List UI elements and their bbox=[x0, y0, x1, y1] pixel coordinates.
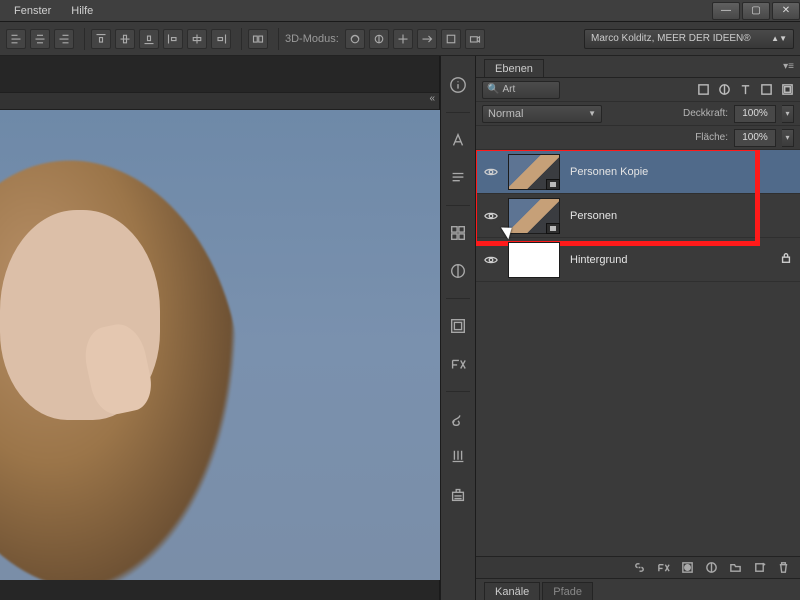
adjustment-layer-icon[interactable] bbox=[704, 561, 718, 575]
align-right-icon[interactable] bbox=[54, 29, 74, 49]
options-bar: 3D-Modus: Marco Kolditz, MEER DER IDEEN®… bbox=[0, 22, 800, 56]
align-center-icon[interactable] bbox=[30, 29, 50, 49]
document-area bbox=[0, 56, 440, 600]
close-button[interactable]: ✕ bbox=[772, 2, 800, 20]
tab-layers[interactable]: Ebenen bbox=[484, 59, 544, 77]
layer-name[interactable]: Personen bbox=[570, 210, 617, 222]
fill-input[interactable]: 100% bbox=[734, 129, 776, 147]
window-controls: — ▢ ✕ bbox=[710, 2, 800, 20]
layer-filter-type-dropdown[interactable]: 🔍 Art bbox=[482, 81, 560, 99]
3d-orbit-icon[interactable] bbox=[345, 29, 365, 49]
tab-channels[interactable]: Kanäle bbox=[484, 582, 540, 600]
menu-window[interactable]: Fenster bbox=[4, 5, 61, 17]
canvas[interactable] bbox=[0, 110, 440, 580]
distribute-right-icon[interactable] bbox=[211, 29, 231, 49]
dock-collapse-bar[interactable] bbox=[0, 92, 439, 110]
distribute-vcenter-icon[interactable] bbox=[115, 29, 135, 49]
3d-camera-icon[interactable] bbox=[465, 29, 485, 49]
styles-icon[interactable] bbox=[447, 315, 469, 337]
layer-filter-row: 🔍 Art bbox=[476, 78, 800, 102]
smartobject-icon bbox=[546, 179, 560, 190]
filter-type-icon[interactable] bbox=[738, 83, 752, 97]
fx-icon[interactable] bbox=[447, 353, 469, 375]
collapsed-panels-strip bbox=[440, 56, 476, 600]
channels-panel-header: Kanäle Pfade bbox=[476, 578, 800, 600]
blend-mode-dropdown[interactable]: Normal ▼ bbox=[482, 105, 602, 123]
link-layers-icon[interactable] bbox=[632, 561, 646, 575]
new-layer-icon[interactable] bbox=[752, 561, 766, 575]
panel-menu-icon[interactable]: ▾≡ bbox=[783, 61, 794, 72]
distribute-top-icon[interactable] bbox=[91, 29, 111, 49]
paragraph-icon[interactable] bbox=[447, 167, 469, 189]
chevron-down-icon: ▼ bbox=[588, 109, 596, 118]
layer-name[interactable]: Hintergrund bbox=[570, 254, 627, 266]
filter-shape-icon[interactable] bbox=[759, 83, 773, 97]
opacity-stepper[interactable]: ▾ bbox=[782, 105, 794, 123]
visibility-toggle[interactable] bbox=[484, 209, 498, 223]
auto-align-icon[interactable] bbox=[248, 29, 268, 49]
layer-thumbnail[interactable] bbox=[508, 154, 560, 190]
smartobject-icon bbox=[546, 223, 560, 234]
visibility-toggle[interactable] bbox=[484, 165, 498, 179]
opacity-input[interactable]: 100% bbox=[734, 105, 776, 123]
group-icon[interactable] bbox=[728, 561, 742, 575]
menubar: Fenster Hilfe — ▢ ✕ bbox=[0, 0, 800, 22]
minimize-button[interactable]: — bbox=[712, 2, 740, 20]
fx-icon[interactable] bbox=[656, 561, 670, 575]
fill-label: Fläche: bbox=[695, 132, 728, 143]
distribute-hcenter-icon[interactable] bbox=[187, 29, 207, 49]
lock-fill-row: Fläche: 100% ▾ bbox=[476, 126, 800, 150]
layer-row[interactable]: Personen bbox=[476, 194, 800, 238]
chevron-updown-icon: ▲▼ bbox=[771, 34, 787, 43]
layer-thumbnail[interactable] bbox=[508, 242, 560, 278]
3d-pan-icon[interactable] bbox=[393, 29, 413, 49]
brush-preset-icon[interactable] bbox=[447, 408, 469, 430]
workspace-dropdown[interactable]: Marco Kolditz, MEER DER IDEEN® ▲▼ bbox=[584, 29, 794, 49]
panel-header: Ebenen ▾≡ bbox=[476, 56, 800, 78]
3d-slide-icon[interactable] bbox=[417, 29, 437, 49]
filter-adjust-icon[interactable] bbox=[717, 83, 731, 97]
layers-panel: Ebenen ▾≡ 🔍 Art Normal bbox=[476, 56, 800, 600]
mode3d-label: 3D-Modus: bbox=[285, 33, 339, 45]
layers-list: Personen Kopie Personen Hintergrund bbox=[476, 150, 800, 556]
info-icon[interactable] bbox=[447, 74, 469, 96]
blend-mode-row: Normal ▼ Deckkraft: 100% ▾ bbox=[476, 102, 800, 126]
distribute-left-icon[interactable] bbox=[163, 29, 183, 49]
align-left-icon[interactable] bbox=[6, 29, 26, 49]
visibility-toggle[interactable] bbox=[484, 253, 498, 267]
character-icon[interactable] bbox=[447, 129, 469, 151]
distribute-bottom-icon[interactable] bbox=[139, 29, 159, 49]
mask-icon[interactable] bbox=[680, 561, 694, 575]
brushes-icon[interactable] bbox=[447, 446, 469, 468]
3d-roll-icon[interactable] bbox=[369, 29, 389, 49]
filter-smart-icon[interactable] bbox=[780, 83, 794, 97]
layer-thumbnail[interactable] bbox=[508, 198, 560, 234]
filter-type-value: Art bbox=[502, 84, 515, 95]
adjustments-icon[interactable] bbox=[447, 260, 469, 282]
lock-icon[interactable] bbox=[780, 251, 792, 269]
search-icon: 🔍 bbox=[487, 84, 499, 95]
fill-stepper[interactable]: ▾ bbox=[782, 129, 794, 147]
filter-pixel-icon[interactable] bbox=[696, 83, 710, 97]
blend-mode-value: Normal bbox=[488, 108, 523, 120]
workspace-label: Marco Kolditz, MEER DER IDEEN® bbox=[591, 33, 751, 44]
3d-scale-icon[interactable] bbox=[441, 29, 461, 49]
layer-name[interactable]: Personen Kopie bbox=[570, 166, 648, 178]
layers-footer bbox=[476, 556, 800, 578]
tab-paths[interactable]: Pfade bbox=[542, 582, 593, 600]
trash-icon[interactable] bbox=[776, 561, 790, 575]
swatches-icon[interactable] bbox=[447, 222, 469, 244]
menu-help[interactable]: Hilfe bbox=[61, 5, 103, 17]
layer-row[interactable]: Hintergrund bbox=[476, 238, 800, 282]
clone-source-icon[interactable] bbox=[447, 484, 469, 506]
layer-row[interactable]: Personen Kopie bbox=[476, 150, 800, 194]
opacity-label: Deckkraft: bbox=[683, 108, 728, 119]
maximize-button[interactable]: ▢ bbox=[742, 2, 770, 20]
